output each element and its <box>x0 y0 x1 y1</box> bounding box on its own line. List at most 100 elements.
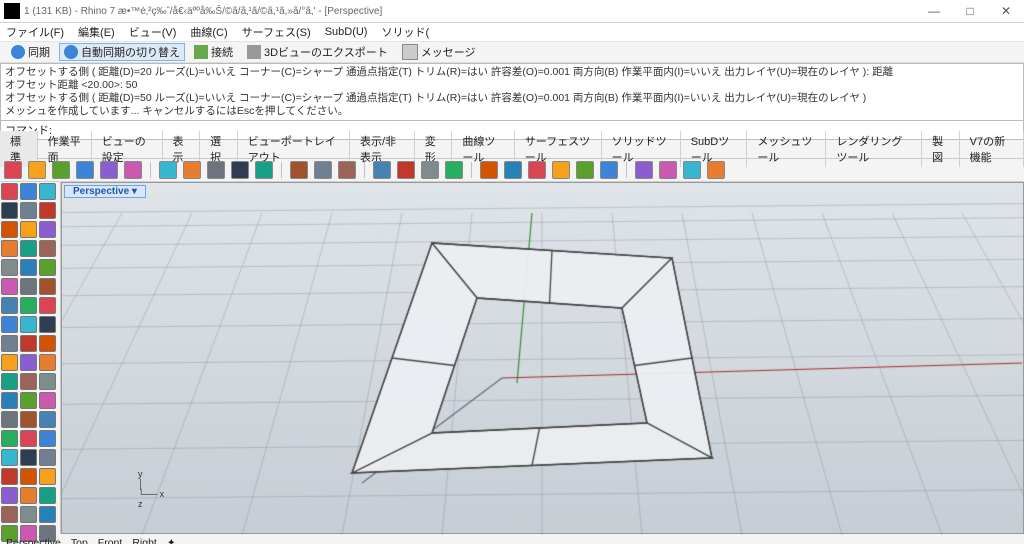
toolbar-icon[interactable] <box>397 161 415 179</box>
viewport-tab[interactable]: Front <box>98 537 123 544</box>
menu-item[interactable]: ビュー(V) <box>129 24 177 40</box>
tool-button[interactable] <box>39 259 56 276</box>
tool-button[interactable] <box>1 278 18 295</box>
tool-button[interactable] <box>20 297 37 314</box>
command-history[interactable]: オフセットする側 ( 距離(D)=20 ルーズ(L)=いいえ コーナー(C)=シ… <box>0 63 1024 121</box>
minimize-button[interactable]: — <box>916 0 952 22</box>
toolbar-icon[interactable] <box>707 161 725 179</box>
toolbar-icon[interactable] <box>528 161 546 179</box>
tool-button[interactable] <box>1 487 18 504</box>
toolbar-icon[interactable] <box>28 161 46 179</box>
tool-button[interactable] <box>39 297 56 314</box>
tool-button[interactable] <box>1 183 18 200</box>
tool-button[interactable] <box>20 278 37 295</box>
menu-item[interactable]: サーフェス(S) <box>242 24 311 40</box>
toolbar-icon[interactable] <box>290 161 308 179</box>
tool-button[interactable] <box>39 278 56 295</box>
tool-button[interactable] <box>39 354 56 371</box>
toolbar-icon[interactable] <box>100 161 118 179</box>
toolbar-icon[interactable] <box>421 161 439 179</box>
toolbar-icon[interactable] <box>76 161 94 179</box>
tool-button[interactable] <box>20 373 37 390</box>
tool-button[interactable] <box>20 354 37 371</box>
auto-sync-toggle[interactable]: 自動同期の切り替え <box>59 43 185 61</box>
toolbar-icon[interactable] <box>183 161 201 179</box>
toolbar-icon[interactable] <box>659 161 677 179</box>
tool-button[interactable] <box>1 297 18 314</box>
menu-item[interactable]: ファイル(F) <box>6 24 64 40</box>
tool-button[interactable] <box>1 411 18 428</box>
toolbar-icon[interactable] <box>231 161 249 179</box>
tool-button[interactable] <box>1 202 18 219</box>
export-3d-button[interactable]: 3Dビューのエクスポート <box>242 43 393 61</box>
toolbar-icon[interactable] <box>635 161 653 179</box>
tool-button[interactable] <box>39 392 56 409</box>
tool-button[interactable] <box>20 221 37 238</box>
tool-button[interactable] <box>39 430 56 447</box>
toolbar-icon[interactable] <box>159 161 177 179</box>
message-button[interactable]: メッセージ <box>397 43 481 61</box>
tool-button[interactable] <box>39 221 56 238</box>
toolbar-icon[interactable] <box>373 161 391 179</box>
tool-button[interactable] <box>1 335 18 352</box>
toolbar-icon[interactable] <box>576 161 594 179</box>
toolbar-icon[interactable] <box>600 161 618 179</box>
tool-button[interactable] <box>1 468 18 485</box>
tool-button[interactable] <box>20 430 37 447</box>
tool-button[interactable] <box>1 221 18 238</box>
tool-button[interactable] <box>20 259 37 276</box>
toolbar-icon[interactable] <box>4 161 22 179</box>
toolbar-tab[interactable]: レンダリングツール <box>826 131 922 167</box>
tool-button[interactable] <box>20 468 37 485</box>
tool-button[interactable] <box>39 183 56 200</box>
tool-button[interactable] <box>20 316 37 333</box>
tool-button[interactable] <box>39 335 56 352</box>
tool-button[interactable] <box>1 430 18 447</box>
tool-button[interactable] <box>39 506 56 523</box>
tool-button[interactable] <box>20 335 37 352</box>
close-button[interactable]: ✕ <box>988 0 1024 22</box>
toolbar-icon[interactable] <box>480 161 498 179</box>
tool-button[interactable] <box>20 240 37 257</box>
viewport-tab[interactable]: Top <box>71 537 88 544</box>
tool-button[interactable] <box>20 506 37 523</box>
toolbar-icon[interactable] <box>207 161 225 179</box>
tool-button[interactable] <box>39 202 56 219</box>
tool-button[interactable] <box>39 411 56 428</box>
tool-button[interactable] <box>39 316 56 333</box>
tool-button[interactable] <box>20 202 37 219</box>
tool-button[interactable] <box>1 373 18 390</box>
toolbar-tab[interactable]: 製図 <box>922 131 960 167</box>
viewport-tab[interactable]: Perspective <box>6 537 61 544</box>
menu-item[interactable]: 曲線(C) <box>190 24 227 40</box>
tool-button[interactable] <box>20 487 37 504</box>
sync-button[interactable]: 同期 <box>6 43 55 61</box>
viewport-tab[interactable]: ✦ <box>167 537 176 544</box>
menu-item[interactable]: ソリッド( <box>381 24 429 40</box>
tool-button[interactable] <box>20 392 37 409</box>
tool-button[interactable] <box>1 392 18 409</box>
tool-button[interactable] <box>1 240 18 257</box>
menu-item[interactable]: 編集(E) <box>78 24 115 40</box>
tool-button[interactable] <box>1 354 18 371</box>
tool-button[interactable] <box>39 449 56 466</box>
toolbar-icon[interactable] <box>52 161 70 179</box>
toolbar-icon[interactable] <box>255 161 273 179</box>
viewport-tab[interactable]: Right <box>132 537 157 544</box>
toolbar-tab[interactable]: メッシュツール <box>747 131 826 167</box>
toolbar-icon[interactable] <box>552 161 570 179</box>
tool-button[interactable] <box>39 487 56 504</box>
tool-button[interactable] <box>1 316 18 333</box>
tool-button[interactable] <box>39 373 56 390</box>
toolbar-icon[interactable] <box>683 161 701 179</box>
tool-button[interactable] <box>20 183 37 200</box>
tool-button[interactable] <box>20 411 37 428</box>
maximize-button[interactable]: □ <box>952 0 988 22</box>
tool-button[interactable] <box>20 449 37 466</box>
toolbar-icon[interactable] <box>124 161 142 179</box>
connect-button[interactable]: 接続 <box>189 43 238 61</box>
toolbar-icon[interactable] <box>445 161 463 179</box>
toolbar-icon[interactable] <box>504 161 522 179</box>
tool-button[interactable] <box>39 240 56 257</box>
tool-button[interactable] <box>1 449 18 466</box>
